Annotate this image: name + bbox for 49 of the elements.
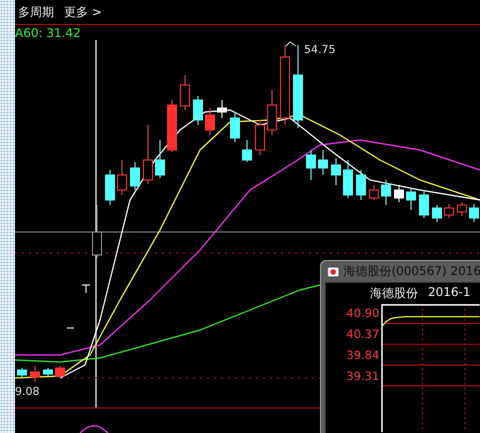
candlestick (255, 120, 265, 156)
candlestick (381, 180, 391, 206)
high-price-label: 54.75 (304, 43, 336, 56)
candlestick (356, 170, 366, 200)
candlestick (155, 140, 165, 178)
price-tick-label: 39.31 (346, 368, 380, 385)
leader-line (286, 41, 296, 46)
candlestick (55, 366, 65, 378)
price-tick-label: 39.84 (346, 347, 380, 364)
candlestick (469, 204, 479, 222)
indicator-line (80, 425, 108, 433)
candlestick (444, 204, 454, 218)
candlestick (331, 158, 341, 186)
candlestick (343, 160, 353, 198)
candlestick (30, 366, 40, 382)
candlestick (92, 204, 102, 258)
candlestick (205, 108, 215, 136)
toolbar-item[interactable]: 多周期 (18, 4, 54, 20)
candlestick (105, 170, 115, 206)
candlestick (306, 150, 316, 180)
candlestick (242, 140, 252, 162)
low-price-label: 9.08 (15, 385, 40, 398)
candlestick (230, 112, 240, 142)
stock-name: 海德股份 (370, 285, 418, 302)
candlestick (180, 74, 190, 110)
candlestick (130, 162, 140, 190)
candlestick (318, 150, 328, 176)
candlestick (419, 190, 429, 218)
toolbar-item[interactable]: 更多 > (64, 4, 102, 20)
candlestick (394, 184, 404, 202)
candlestick (267, 90, 277, 136)
candlestick (43, 368, 53, 376)
signal-mark-icon (81, 284, 91, 294)
ma60-reading: A60: 31.42 (15, 26, 81, 40)
price-tick-label: 40.90 (346, 305, 380, 322)
candlestick (217, 100, 227, 118)
window-title: 海德股份(000567) 2016 (343, 263, 480, 280)
candlestick (117, 160, 127, 196)
candlestick (432, 204, 442, 222)
window-icon (327, 266, 340, 278)
candlestick (143, 124, 153, 184)
candlestick (406, 188, 416, 210)
candlestick (17, 368, 27, 378)
candlestick (369, 184, 379, 200)
candlestick (167, 100, 177, 152)
price-tick-label: 40.37 (346, 326, 380, 343)
candlestick (457, 202, 467, 216)
candlestick (193, 96, 203, 126)
chart-date: 2016-1 (428, 285, 471, 301)
